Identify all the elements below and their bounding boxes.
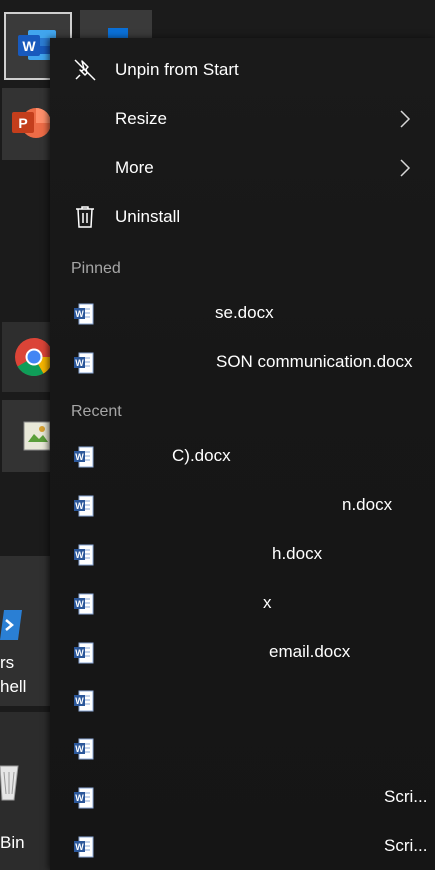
recycle-bin-label: Bin (0, 833, 25, 852)
svg-text:P: P (18, 115, 27, 131)
recent-doc-name: x (263, 593, 272, 612)
recent-doc-item[interactable]: W n.docx (50, 483, 435, 527)
svg-text:W: W (75, 842, 84, 852)
start-context-menu: Unpin from Start Resize More Uninstall P… (50, 38, 435, 870)
word-doc-icon: W (74, 738, 94, 760)
recent-doc-name: Scri... (384, 836, 428, 855)
recent-doc-name: n.docx (342, 495, 393, 514)
word-doc-icon: W (74, 446, 94, 468)
word-doc-icon: W (74, 495, 94, 517)
svg-text:W: W (75, 452, 84, 462)
svg-text:W: W (75, 648, 84, 658)
more-item[interactable]: More (50, 145, 435, 191)
recent-doc-item[interactable]: W x (50, 581, 435, 625)
recycle-bin-tile[interactable]: Bin (0, 712, 50, 870)
recent-doc-item[interactable]: W (50, 726, 435, 770)
unpin-icon (72, 57, 98, 83)
chevron-right-icon (400, 110, 411, 128)
recent-doc-name: C).docx (172, 446, 231, 465)
recent-doc-item[interactable]: W Scri... (50, 824, 435, 868)
word-doc-icon: W (74, 303, 94, 325)
word-doc-icon: W (74, 787, 94, 809)
svg-text:W: W (75, 550, 84, 560)
powershell-app-icon (0, 610, 22, 640)
uninstall-item[interactable]: Uninstall (50, 194, 435, 240)
powerpoint-app-icon: P (12, 108, 51, 138)
recent-doc-item[interactable]: W Scri... (50, 775, 435, 819)
svg-text:W: W (75, 696, 84, 706)
unpin-from-start-item[interactable]: Unpin from Start (50, 47, 435, 93)
resize-label: Resize (115, 109, 167, 128)
more-label: More (115, 158, 154, 177)
resize-item[interactable]: Resize (50, 96, 435, 142)
recent-doc-item[interactable]: W C).docx (50, 434, 435, 478)
word-doc-icon: W (74, 690, 94, 712)
word-doc-icon: W (74, 352, 94, 374)
recent-doc-item[interactable]: W h.docx (50, 532, 435, 576)
recent-doc-name: h.docx (272, 544, 323, 563)
recent-doc-item[interactable]: W email.docx (50, 630, 435, 674)
recent-doc-item[interactable]: W (50, 678, 435, 722)
pinned-doc-name: SON communication.docx (216, 352, 413, 371)
svg-text:W: W (75, 599, 84, 609)
powerpoint-tile[interactable]: P (2, 88, 51, 160)
svg-text:W: W (75, 744, 84, 754)
svg-text:W: W (75, 309, 84, 319)
pinned-doc-item[interactable]: W SON communication.docx (50, 340, 435, 384)
chevron-right-icon (400, 159, 411, 177)
recycle-bin-icon (0, 765, 19, 801)
unpin-label: Unpin from Start (115, 60, 239, 79)
svg-text:W: W (75, 358, 84, 368)
word-doc-icon: W (74, 642, 94, 664)
image-app-tile[interactable] (2, 400, 51, 472)
powershell-label-line1: rs (0, 653, 15, 672)
recent-doc-name: Scri... (384, 787, 428, 806)
trash-icon (72, 204, 98, 230)
powershell-tile[interactable]: rs hell (0, 556, 50, 706)
recent-doc-name: email.docx (269, 642, 351, 661)
image-editor-icon (23, 421, 51, 451)
recent-header: Recent (71, 403, 122, 420)
word-doc-icon: W (74, 593, 94, 615)
svg-text:W: W (22, 38, 36, 54)
pinned-header: Pinned (71, 260, 121, 277)
pinned-doc-item[interactable]: W se.docx (50, 291, 435, 335)
pinned-doc-name: se.docx (215, 303, 274, 322)
uninstall-label: Uninstall (115, 207, 181, 226)
svg-text:W: W (75, 501, 84, 511)
svg-text:W: W (75, 793, 84, 803)
chrome-app-icon (15, 338, 54, 377)
chrome-tile[interactable] (2, 322, 54, 392)
app-tile[interactable] (80, 10, 152, 40)
word-doc-icon: W (74, 544, 94, 566)
powershell-label-line2: hell (0, 677, 27, 696)
word-doc-icon: W (74, 836, 94, 858)
